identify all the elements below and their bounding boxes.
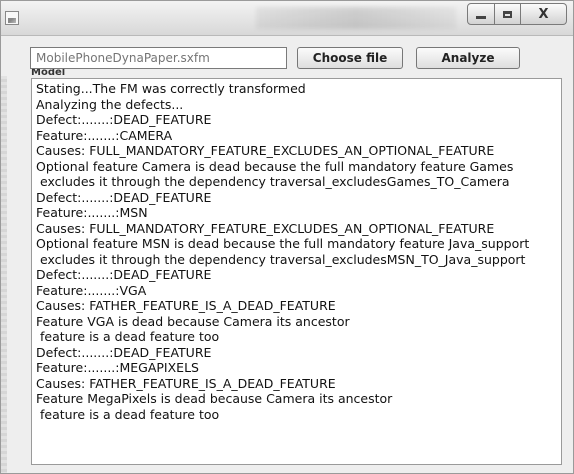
output-line: Optional feature Camera is dead because … xyxy=(36,158,514,174)
output-line: Defect:.......:DEAD_FEATURE xyxy=(36,344,212,360)
title-bar[interactable]: X xyxy=(1,1,573,36)
output-line: Causes: FULL_MANDATORY_FEATURE_EXCLUDES_… xyxy=(36,143,495,158)
output-line: Defect:.......:DEAD_FEATURE xyxy=(36,112,212,127)
minimize-button[interactable] xyxy=(467,3,495,25)
output-line: feature is a dead feature too xyxy=(36,406,220,422)
model-section-label: Model xyxy=(31,69,66,75)
close-icon: X xyxy=(538,6,549,22)
maximize-icon xyxy=(503,10,512,18)
output-line: Causes: FATHER_FEATURE_IS_A_DEAD_FEATURE xyxy=(36,375,336,391)
maximize-button[interactable] xyxy=(495,3,521,25)
output-line: feature is a dead feature too xyxy=(36,329,220,344)
output-line: Feature:.......:VGA xyxy=(36,282,147,298)
blurred-title xyxy=(256,7,456,29)
output-line: Causes: FATHER_FEATURE_IS_A_DEAD_FEATURE xyxy=(36,298,336,313)
output-line: Stating...The FM was correctly transform… xyxy=(36,81,306,96)
java-app-icon[interactable] xyxy=(5,11,19,25)
output-line: Feature:.......:MSN xyxy=(36,205,148,220)
window-controls: X xyxy=(467,3,567,25)
minimize-icon xyxy=(476,16,486,19)
toolbar: Choose file Analyze Model xyxy=(1,36,573,76)
output-line: Causes: FULL_MANDATORY_FEATURE_EXCLUDES_… xyxy=(36,220,495,236)
output-line: excludes it through the dependency trave… xyxy=(36,174,510,189)
output-line: Defect:.......:DEAD_FEATURE xyxy=(36,189,212,205)
output-line: Analyzing the defects... xyxy=(36,96,184,112)
output-line: excludes it through the dependency trave… xyxy=(36,251,526,267)
window-left-edge xyxy=(1,76,7,473)
output-line: Feature VGA is dead because Camera its a… xyxy=(36,313,350,329)
output-line: Feature:.......:CAMERA xyxy=(36,127,173,143)
choose-file-button[interactable]: Choose file xyxy=(297,47,403,69)
analyze-button[interactable]: Analyze xyxy=(416,47,520,69)
analysis-output-area[interactable]: Stating...The FM was correctly transform… xyxy=(31,78,562,465)
file-path-input[interactable] xyxy=(30,47,287,69)
app-window: X Choose file Analyze Model Stating...Th… xyxy=(0,0,574,474)
output-line: Defect:.......:DEAD_FEATURE xyxy=(36,267,212,282)
close-button[interactable]: X xyxy=(521,3,567,25)
output-line: Feature MegaPixels is dead because Camer… xyxy=(36,391,393,406)
output-line: Optional feature MSN is dead because the… xyxy=(36,236,530,251)
output-line: Feature:.......:MEGAPIXELS xyxy=(36,360,199,375)
